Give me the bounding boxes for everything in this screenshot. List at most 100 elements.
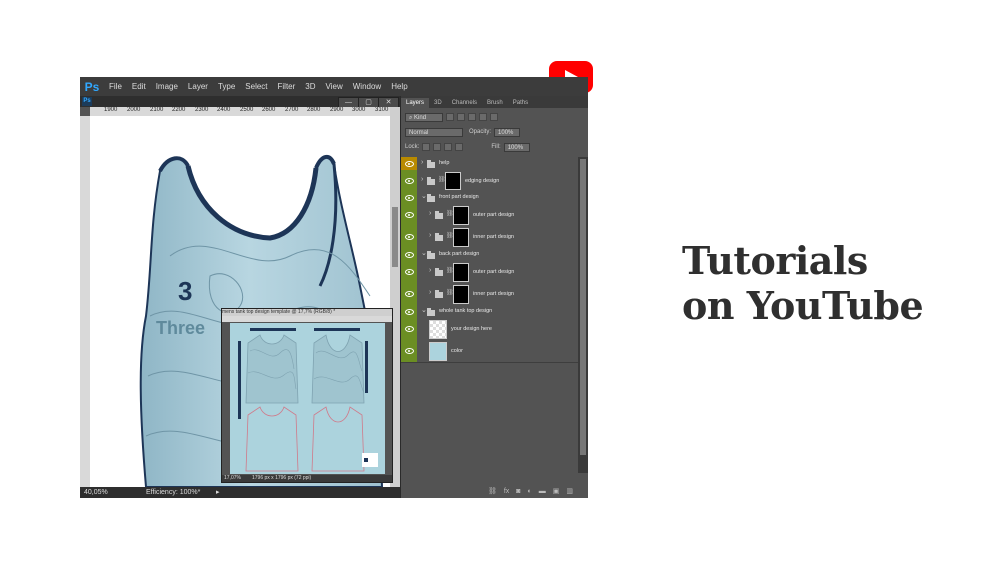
scrollbar-thumb[interactable] (580, 159, 586, 455)
adjustment-filter-icon[interactable] (457, 113, 465, 121)
layer-row[interactable]: › ⛓ outer part design (401, 204, 578, 227)
menu-window[interactable]: Window (353, 82, 381, 91)
lock-image-icon[interactable] (433, 143, 442, 151)
layer-row[interactable]: ⌄ front part design (401, 191, 578, 205)
visibility-eye-icon[interactable] (401, 170, 417, 191)
lock-row: Lock: Fill: 100% (401, 140, 588, 154)
pixel-filter-icon[interactable] (446, 113, 454, 121)
scrollbar-thumb[interactable] (392, 207, 398, 267)
layer-name: inner part design (473, 234, 514, 240)
tab-3d[interactable]: 3D (429, 98, 447, 108)
menu-image[interactable]: Image (156, 82, 178, 91)
visibility-eye-icon[interactable] (401, 226, 417, 248)
layer-mask-thumbnail[interactable] (453, 263, 469, 282)
layer-row[interactable]: › help (401, 157, 578, 171)
visibility-eye-icon[interactable] (401, 157, 417, 170)
layer-thumbnail[interactable] (429, 320, 447, 339)
type-filter-icon[interactable] (468, 113, 476, 121)
layer-mask-thumbnail[interactable] (453, 206, 469, 225)
layer-thumbnail[interactable] (429, 342, 447, 361)
layer-row[interactable]: › ⛓ inner part design (401, 283, 578, 306)
headline: Tutorials on YouTube (682, 238, 924, 328)
layers-scrollbar[interactable] (578, 157, 588, 473)
folder-icon[interactable]: ▬ (539, 488, 546, 495)
ruler-tick: 2900 (330, 107, 344, 113)
kind-filter-select[interactable]: ⌕ Kind (405, 112, 443, 122)
visibility-eye-icon[interactable] (401, 191, 417, 204)
chevron-right-icon[interactable]: › (421, 176, 423, 183)
status-arrow-icon[interactable]: ▸ (216, 488, 220, 496)
chevron-right-icon[interactable]: › (429, 232, 431, 239)
layer-row[interactable]: ⌄ whole tank top design (401, 305, 578, 319)
menu-select[interactable]: Select (245, 82, 267, 91)
chevron-down-icon[interactable]: ⌄ (421, 306, 427, 314)
shape-filter-icon[interactable] (479, 113, 487, 121)
layer-mask-thumbnail[interactable] (445, 172, 461, 190)
folder-icon (427, 308, 435, 316)
chevron-right-icon[interactable]: › (429, 210, 431, 217)
tab-layers[interactable]: Layers (401, 98, 430, 108)
template-document-window[interactable]: mens tank top design template @ 17,7% (R… (221, 308, 393, 483)
folder-icon (435, 268, 443, 276)
visibility-eye-icon[interactable] (401, 248, 417, 261)
trash-icon[interactable]: ▥ (566, 487, 573, 495)
template-zoom[interactable]: 17,07% (224, 475, 241, 482)
layer-row[interactable]: › ⛓ edging design (401, 170, 578, 192)
menu-filter[interactable]: Filter (278, 82, 296, 91)
menu-help[interactable]: Help (391, 82, 407, 91)
ruler-tick: 2000 (127, 107, 141, 113)
visibility-eye-icon[interactable] (401, 204, 417, 226)
visibility-eye-icon[interactable] (401, 305, 417, 318)
layer-mask-thumbnail[interactable] (453, 228, 469, 247)
lock-all-icon[interactable] (455, 143, 464, 151)
template-artwork (238, 328, 378, 472)
tab-brush[interactable]: Brush (482, 98, 508, 108)
document-title-bar: Ps — ▢ ✕ (80, 96, 400, 108)
link-icon[interactable]: ⛓ (488, 487, 497, 495)
menu-type[interactable]: Type (218, 82, 235, 91)
blend-mode-select[interactable]: Normal (405, 127, 463, 137)
layer-name: outer part design (473, 269, 515, 275)
headline-line-2: on YouTube (682, 283, 924, 328)
chevron-right-icon[interactable]: › (429, 267, 431, 274)
lock-position-icon[interactable] (444, 143, 453, 151)
new-layer-icon[interactable]: ▣ (553, 487, 560, 495)
layer-name: inner part design (473, 291, 514, 297)
visibility-eye-icon[interactable] (401, 318, 417, 340)
menu-view[interactable]: View (326, 82, 343, 91)
fill-label: Fill: (491, 144, 501, 150)
lock-transparent-icon[interactable] (422, 143, 431, 151)
layer-mask-thumbnail[interactable] (453, 285, 469, 304)
ruler-tick: 2100 (150, 107, 164, 113)
tab-channels[interactable]: Channels (447, 98, 482, 108)
ruler-tick: 3100 (375, 107, 389, 113)
menu-layer[interactable]: Layer (188, 82, 208, 91)
layer-name: edging design (465, 178, 500, 184)
visibility-eye-icon[interactable] (401, 283, 417, 305)
visibility-eye-icon[interactable] (401, 261, 417, 283)
zoom-level[interactable]: 40,05% (84, 489, 108, 496)
adjustment-icon[interactable]: ◐ (528, 488, 532, 495)
chevron-right-icon[interactable]: › (429, 289, 431, 296)
menu-3d[interactable]: 3D (305, 82, 315, 91)
menu-edit[interactable]: Edit (132, 82, 146, 91)
chevron-right-icon[interactable]: › (421, 159, 423, 166)
fx-icon[interactable]: fx (504, 488, 509, 495)
layer-name: back part design (439, 251, 480, 257)
layer-row[interactable]: ⌄ back part design (401, 248, 578, 262)
opacity-input[interactable]: 100% (494, 127, 521, 137)
menu-file[interactable]: File (109, 82, 122, 91)
chevron-down-icon[interactable]: ⌄ (421, 249, 427, 257)
template-canvas[interactable] (230, 323, 385, 474)
chevron-down-icon[interactable]: ⌄ (421, 192, 427, 200)
filter-row: ⌕ Kind (401, 110, 588, 124)
layer-row[interactable]: your design here (401, 318, 578, 341)
layer-row[interactable]: color (401, 340, 578, 363)
layer-row[interactable]: › ⛓ inner part design (401, 226, 578, 249)
fill-input[interactable]: 100% (503, 142, 530, 152)
layer-row[interactable]: › ⛓ outer part design (401, 261, 578, 284)
tab-paths[interactable]: Paths (508, 98, 533, 108)
mask-icon[interactable]: ◙ (516, 488, 520, 495)
visibility-eye-icon[interactable] (401, 340, 417, 362)
smart-object-filter-icon[interactable] (490, 113, 498, 121)
